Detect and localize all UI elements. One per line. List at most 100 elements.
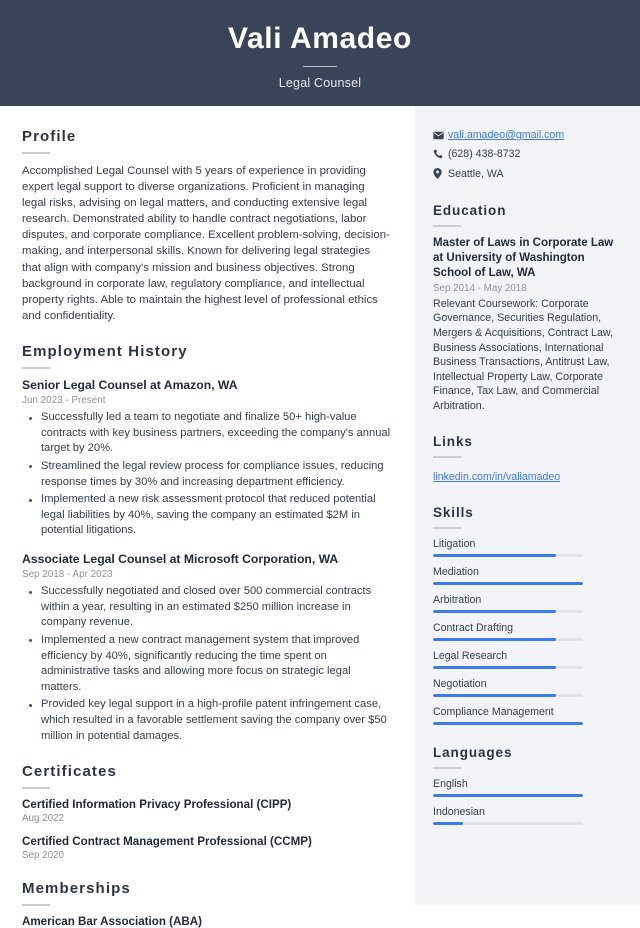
skill-bar-fill xyxy=(433,553,556,557)
language-bar-fill xyxy=(433,821,463,825)
profile-text: Accomplished Legal Counsel with 5 years … xyxy=(22,165,390,322)
language-bar-track xyxy=(433,821,583,825)
skill-bar-fill xyxy=(433,581,583,585)
section-rule xyxy=(22,366,50,369)
skill-item: Legal Research xyxy=(433,650,618,669)
section-certificates: Certificates Certified Information Priva… xyxy=(22,763,391,861)
language-label: Indonesian xyxy=(433,805,485,818)
page-title: Vali Amadeo xyxy=(228,22,412,55)
section-heading-languages: Languages xyxy=(433,744,513,760)
section-employment-history: Employment History Senior Legal Counsel … xyxy=(22,343,391,744)
job-bullet-list: Successfully led a team to negotiate and… xyxy=(22,410,391,539)
header-job-title: Legal Counsel xyxy=(278,76,362,90)
skill-label: Contract Drafting xyxy=(433,621,514,634)
section-memberships: Memberships American Bar Association (AB… xyxy=(22,880,391,928)
job-bullet: Successfully negotiated and closed over … xyxy=(29,584,391,631)
section-rule xyxy=(433,455,461,458)
section-skills: Skills Litigation Mediation Arbitration xyxy=(433,505,618,725)
email-link[interactable]: vali.amadeo@gmail.com xyxy=(448,128,564,142)
job-bullet: Implemented a new risk assessment protoc… xyxy=(29,492,391,539)
contact-row-email: vali.amadeo@gmail.com xyxy=(433,128,618,142)
language-item: English xyxy=(433,778,618,797)
certificate-date: Sep 2020 xyxy=(22,850,64,862)
section-rule xyxy=(433,526,461,529)
section-rule xyxy=(22,787,50,790)
certificate-name: Certified Information Privacy Profession… xyxy=(22,798,292,812)
section-rule xyxy=(433,224,461,227)
certificate-name: Certified Contract Management Profession… xyxy=(22,835,312,849)
certificate-entry: Certified Contract Management Profession… xyxy=(22,835,391,861)
resume-page: Vali Amadeo Legal Counsel Profile Accomp… xyxy=(0,0,640,928)
section-heading-certificates: Certificates xyxy=(22,763,117,781)
job-bullet: Provided key legal support in a high-pro… xyxy=(29,697,391,744)
sidebar-column: vali.amadeo@gmail.com (628) 438-8732 Sea… xyxy=(415,106,640,905)
employment-entry: Senior Legal Counsel at Amazon, WA Jun 2… xyxy=(22,378,391,539)
skill-bar-fill xyxy=(433,693,556,697)
job-title: Senior Legal Counsel at Amazon, WA xyxy=(22,377,238,392)
section-heading-skills: Skills xyxy=(433,504,474,520)
phone-number: (628) 438-8732 xyxy=(448,148,521,161)
section-heading-links: Links xyxy=(433,433,473,449)
education-date: Sep 2014 - May 2018 xyxy=(433,282,527,294)
linkedin-link[interactable]: linkedin.com/in/valiamadeo xyxy=(433,471,560,483)
skill-bar-track xyxy=(433,581,583,585)
section-links: Links linkedin.com/in/valiamadeo xyxy=(433,434,618,485)
section-heading-education: Education xyxy=(433,202,507,218)
skill-bar-track xyxy=(433,553,583,557)
skill-bar-track xyxy=(433,721,583,725)
education-degree: Master of Laws in Corporate Law at Unive… xyxy=(433,236,614,279)
header-divider xyxy=(303,66,337,67)
section-education: Education Master of Laws in Corporate La… xyxy=(433,203,618,414)
section-languages: Languages English Indonesian xyxy=(433,745,618,825)
language-bar-fill xyxy=(433,793,583,797)
contact-row-location: Seattle, WA xyxy=(433,167,618,181)
skill-bar-fill xyxy=(433,721,583,725)
skill-bar-fill xyxy=(433,609,556,613)
section-heading-memberships: Memberships xyxy=(22,880,131,898)
section-rule xyxy=(22,904,50,907)
language-item: Indonesian xyxy=(433,806,618,825)
resume-header: Vali Amadeo Legal Counsel xyxy=(0,0,640,106)
education-description: Relevant Coursework: Corporate Governanc… xyxy=(433,297,613,413)
contact-list: vali.amadeo@gmail.com (628) 438-8732 Sea… xyxy=(433,128,618,181)
job-title: Associate Legal Counsel at Microsoft Cor… xyxy=(22,551,339,566)
job-date: Sep 2018 - Apr 2023 xyxy=(22,569,113,581)
section-rule xyxy=(433,766,461,769)
skill-item: Mediation xyxy=(433,566,618,585)
section-rule xyxy=(22,152,50,154)
skill-item: Negotiation xyxy=(433,678,618,697)
employment-entry: Associate Legal Counsel at Microsoft Cor… xyxy=(22,552,391,744)
resume-body: Profile Accomplished Legal Counsel with … xyxy=(0,106,640,928)
skill-item: Arbitration xyxy=(433,594,618,613)
contact-row-phone: (628) 438-8732 xyxy=(433,147,618,161)
location-pin-icon xyxy=(433,168,448,180)
language-label: English xyxy=(433,777,468,790)
section-heading-employment: Employment History xyxy=(22,342,188,360)
main-column: Profile Accomplished Legal Counsel with … xyxy=(0,106,415,928)
section-profile: Profile Accomplished Legal Counsel with … xyxy=(22,128,391,324)
skill-bar-track xyxy=(433,637,583,641)
section-heading-profile: Profile xyxy=(22,128,77,145)
job-bullet: Implemented a new contract management sy… xyxy=(29,633,391,695)
phone-icon xyxy=(433,149,448,159)
skill-item: Compliance Management xyxy=(433,706,618,725)
skill-label: Arbitration xyxy=(433,593,482,606)
membership-name: American Bar Association (ABA) xyxy=(22,915,202,928)
skill-bar-fill xyxy=(433,665,556,669)
skill-item: Contract Drafting xyxy=(433,622,618,641)
skill-label: Litigation xyxy=(433,537,476,550)
skill-item: Litigation xyxy=(433,538,618,557)
skill-label: Negotiation xyxy=(433,677,487,690)
skill-label: Compliance Management xyxy=(433,705,554,718)
job-date: Jun 2023 - Present xyxy=(22,395,106,407)
skill-bar-track xyxy=(433,665,583,669)
certificate-entry: Certified Information Privacy Profession… xyxy=(22,798,391,824)
skill-bar-track xyxy=(433,693,583,697)
skill-bar-fill xyxy=(433,637,556,641)
envelope-icon xyxy=(433,131,448,140)
skill-label: Mediation xyxy=(433,565,479,578)
job-bullet-list: Successfully negotiated and closed over … xyxy=(22,584,391,744)
location-text: Seattle, WA xyxy=(448,167,504,180)
job-bullet: Successfully led a team to negotiate and… xyxy=(29,410,391,457)
skill-bar-track xyxy=(433,609,583,613)
